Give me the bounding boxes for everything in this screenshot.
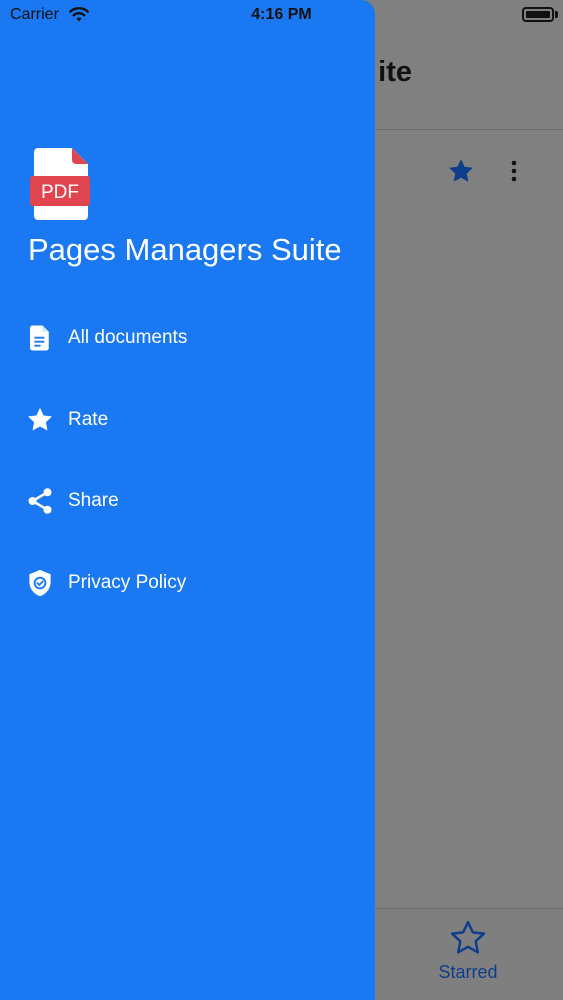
menu-item-rate[interactable]: Rate xyxy=(0,392,375,448)
tab-starred-label: Starred xyxy=(438,962,498,982)
battery-icon xyxy=(522,7,554,22)
menu-item-privacy-policy[interactable]: Privacy Policy xyxy=(0,555,375,611)
star-icon xyxy=(28,407,52,431)
side-drawer: PDF Pages Managers Suite All documents R… xyxy=(0,0,375,1000)
share-icon xyxy=(28,488,52,514)
more-vertical-icon[interactable] xyxy=(502,156,526,186)
status-bar: Carrier 4:16 PM xyxy=(0,0,563,30)
star-icon[interactable] xyxy=(446,156,476,186)
battery-tip xyxy=(555,11,558,18)
clock: 4:16 PM xyxy=(251,6,312,23)
document-icon xyxy=(30,325,49,351)
pdf-logo-text: PDF xyxy=(41,182,79,203)
tab-starred[interactable]: Starred xyxy=(420,918,516,983)
menu-item-all-documents[interactable]: All documents xyxy=(0,310,375,366)
menu-item-label: Privacy Policy xyxy=(68,572,187,593)
pdf-logo-icon: PDF xyxy=(30,148,90,220)
menu-item-share[interactable]: Share xyxy=(0,473,375,529)
menu-item-label: All documents xyxy=(68,327,188,348)
shield-check-icon xyxy=(29,569,51,597)
menu-item-label: Rate xyxy=(68,409,109,430)
menu-item-label: Share xyxy=(68,490,119,511)
star-outline-icon xyxy=(450,920,486,954)
app-name: Pages Managers Suite xyxy=(28,232,342,267)
